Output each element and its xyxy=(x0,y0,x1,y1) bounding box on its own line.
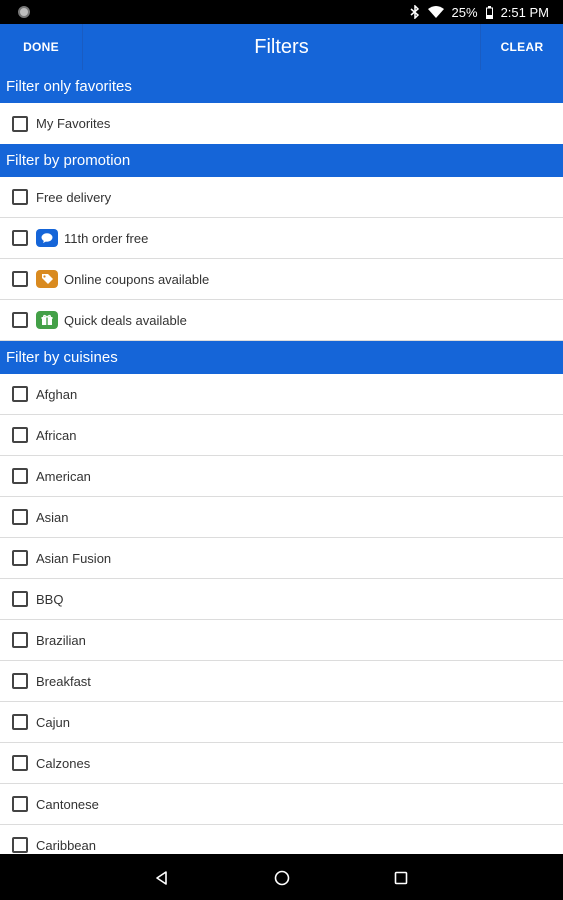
notification-icon xyxy=(18,6,30,18)
filter-row-calzones[interactable]: Calzones xyxy=(0,743,563,784)
filter-label: Brazilian xyxy=(36,632,86,648)
filter-row-quick-deals[interactable]: Quick deals available xyxy=(0,300,563,341)
app-bar: DONE Filters CLEAR xyxy=(0,24,563,70)
bluetooth-icon xyxy=(410,5,420,19)
filter-row-asian[interactable]: Asian xyxy=(0,497,563,538)
filter-label: Breakfast xyxy=(36,673,91,689)
checkbox[interactable] xyxy=(12,115,28,132)
recents-icon[interactable] xyxy=(391,868,411,888)
status-bar: 25% 2:51 PM xyxy=(0,0,563,24)
filter-label: African xyxy=(36,427,77,443)
checkbox[interactable] xyxy=(12,271,28,287)
filter-row-american[interactable]: American xyxy=(0,456,563,497)
filter-label: Cajun xyxy=(36,714,70,730)
navigation-bar xyxy=(0,854,563,900)
back-icon[interactable] xyxy=(152,868,172,888)
filter-row-brazilian[interactable]: Brazilian xyxy=(0,620,563,661)
checkbox[interactable] xyxy=(12,755,28,771)
filter-label: My Favorites xyxy=(36,116,111,131)
filter-label: Quick deals available xyxy=(64,312,187,328)
filter-label: Calzones xyxy=(36,755,91,771)
filter-row-11th-order-free[interactable]: 11th order free xyxy=(0,218,563,259)
checkbox[interactable] xyxy=(12,427,28,443)
filter-row-african[interactable]: African xyxy=(0,415,563,456)
checkbox[interactable] xyxy=(12,673,28,689)
checkbox[interactable] xyxy=(12,714,28,730)
status-indicators: 25% 2:51 PM xyxy=(410,0,549,24)
battery-percent: 25% xyxy=(451,4,478,20)
checkbox[interactable] xyxy=(12,509,28,525)
checkbox[interactable] xyxy=(12,837,28,853)
checkbox[interactable] xyxy=(12,386,28,402)
checkbox[interactable] xyxy=(12,796,28,812)
filter-row-cantonese[interactable]: Cantonese xyxy=(0,784,563,825)
done-button[interactable]: DONE xyxy=(0,24,82,70)
filter-row-cajun[interactable]: Cajun xyxy=(0,702,563,743)
filter-label: Free delivery xyxy=(36,189,112,205)
filter-label: Asian xyxy=(36,509,69,525)
filter-label: Online coupons available xyxy=(64,271,210,287)
filter-label: BBQ xyxy=(36,591,64,607)
filter-label: Caribbean xyxy=(36,837,96,853)
divider xyxy=(82,24,83,70)
clear-button[interactable]: CLEAR xyxy=(481,24,563,70)
checkbox[interactable] xyxy=(12,591,28,607)
filter-row-breakfast[interactable]: Breakfast xyxy=(0,661,563,702)
checkbox[interactable] xyxy=(12,189,28,205)
filter-row-asian-fusion[interactable]: Asian Fusion xyxy=(0,538,563,579)
clock: 2:51 PM xyxy=(500,4,549,20)
checkbox[interactable] xyxy=(12,550,28,566)
coupon-tag-icon xyxy=(36,270,58,288)
checkbox[interactable] xyxy=(12,312,28,328)
filter-row-free-delivery[interactable]: Free delivery xyxy=(0,177,563,218)
section-header-favorites: Filter only favorites xyxy=(0,70,563,103)
filter-row-afghan[interactable]: Afghan xyxy=(0,374,563,415)
checkbox[interactable] xyxy=(12,632,28,648)
filter-row-bbq[interactable]: BBQ xyxy=(0,579,563,620)
checkbox[interactable] xyxy=(12,230,28,246)
filter-list[interactable]: Filter only favorites My Favorites Filte… xyxy=(0,70,563,854)
filter-row-caribbean[interactable]: Caribbean xyxy=(0,825,563,854)
battery-icon xyxy=(485,5,493,19)
section-header-promotion: Filter by promotion xyxy=(0,144,563,177)
page-title: Filters xyxy=(254,35,309,58)
gift-icon xyxy=(36,311,58,329)
filter-label: Asian Fusion xyxy=(36,550,112,566)
filter-label: 11th order free xyxy=(64,230,149,246)
section-header-cuisines: Filter by cuisines xyxy=(0,341,563,374)
wifi-icon xyxy=(427,6,444,18)
filter-row-my-favorites[interactable]: My Favorites xyxy=(0,103,563,144)
filter-label: Cantonese xyxy=(36,796,99,812)
home-icon[interactable] xyxy=(272,868,292,888)
filter-label: Afghan xyxy=(36,386,78,402)
filter-row-online-coupons[interactable]: Online coupons available xyxy=(0,259,563,300)
checkbox[interactable] xyxy=(12,468,28,484)
filter-label: American xyxy=(36,468,91,484)
chat-bubble-icon xyxy=(36,229,58,247)
